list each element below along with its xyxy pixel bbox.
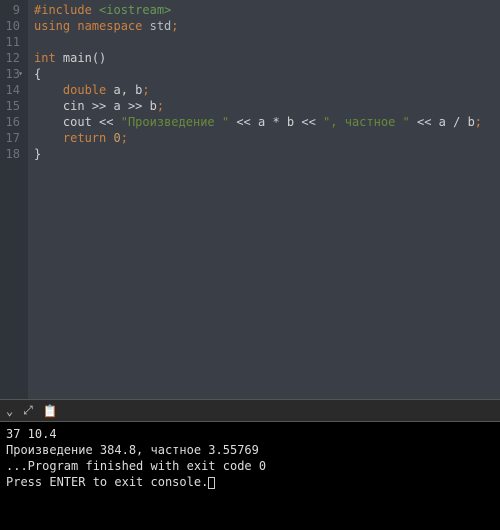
console-line: 37 10.4 bbox=[6, 426, 494, 442]
code-line[interactable]: { bbox=[34, 66, 494, 82]
line-number: 10 bbox=[4, 18, 20, 34]
console-line: ...Program finished with exit code 0 bbox=[6, 458, 494, 474]
line-number: 15 bbox=[4, 98, 20, 114]
code-line[interactable]: using namespace std; bbox=[34, 18, 494, 34]
copy-icon[interactable]: 📋 bbox=[43, 404, 58, 418]
console-line: Произведение 384.8, частное 3.55769 bbox=[6, 442, 494, 458]
code-line[interactable]: return 0; bbox=[34, 130, 494, 146]
code-line[interactable]: cout << "Произведение " << a * b << ", ч… bbox=[34, 114, 494, 130]
code-line[interactable]: cin >> a >> b; bbox=[34, 98, 494, 114]
line-number: 16 bbox=[4, 114, 20, 130]
code-line[interactable]: #include <iostream> bbox=[34, 2, 494, 18]
collapse-icon[interactable]: ⌄ bbox=[6, 404, 13, 418]
line-number: 11 bbox=[4, 34, 20, 50]
code-line[interactable] bbox=[34, 34, 494, 50]
line-number: 14 bbox=[4, 82, 20, 98]
code-line[interactable]: } bbox=[34, 146, 494, 162]
code-line[interactable]: double a, b; bbox=[34, 82, 494, 98]
code-area[interactable]: #include <iostream>using namespace std; i… bbox=[28, 0, 500, 399]
line-number: 13 bbox=[4, 66, 20, 82]
line-number: 9 bbox=[4, 2, 20, 18]
line-number: 18 bbox=[4, 146, 20, 162]
code-line[interactable]: int main() bbox=[34, 50, 494, 66]
code-editor[interactable]: 9101112131415161718 #include <iostream>u… bbox=[0, 0, 500, 399]
console-output[interactable]: 37 10.4Произведение 384.8, частное 3.557… bbox=[0, 422, 500, 530]
expand-icon[interactable]: ⤢ bbox=[23, 403, 33, 418]
console-line: Press ENTER to exit console. bbox=[6, 474, 494, 490]
line-number: 17 bbox=[4, 130, 20, 146]
line-number: 12 bbox=[4, 50, 20, 66]
line-number-gutter: 9101112131415161718 bbox=[0, 0, 28, 399]
cursor-icon bbox=[208, 477, 215, 489]
console-toolbar: ⌄ ⤢ 📋 bbox=[0, 399, 500, 422]
